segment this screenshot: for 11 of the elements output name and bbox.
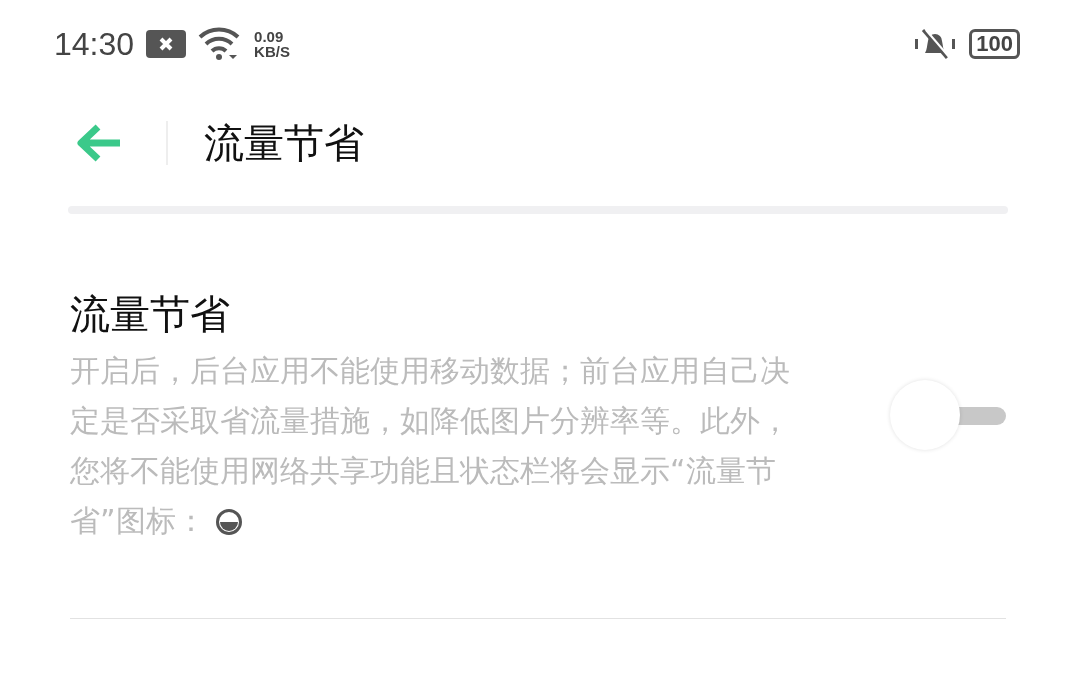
network-speed: 0.09: [254, 29, 285, 44]
toggle-switch[interactable]: [890, 380, 1006, 452]
notification-icon: [146, 30, 187, 58]
speed-unit: KB/S: [254, 44, 290, 59]
battery-level: 100: [969, 29, 1020, 59]
page-title: 流量节省: [204, 118, 364, 168]
setting-title: 流量节省: [70, 290, 231, 339]
data-saver-icon: [215, 508, 244, 536]
vibrate-muted-icon: [913, 27, 958, 61]
status-time: 14:30: [54, 25, 135, 63]
setting-description: 开启后，后台应用不能使用移动数据；前台应用自己决定是否采取省流量措施，如降低图片分辨率等。此外，您将不能使用网络共享功能且状态栏将会显示“流量节省”图标：: [70, 352, 791, 540]
